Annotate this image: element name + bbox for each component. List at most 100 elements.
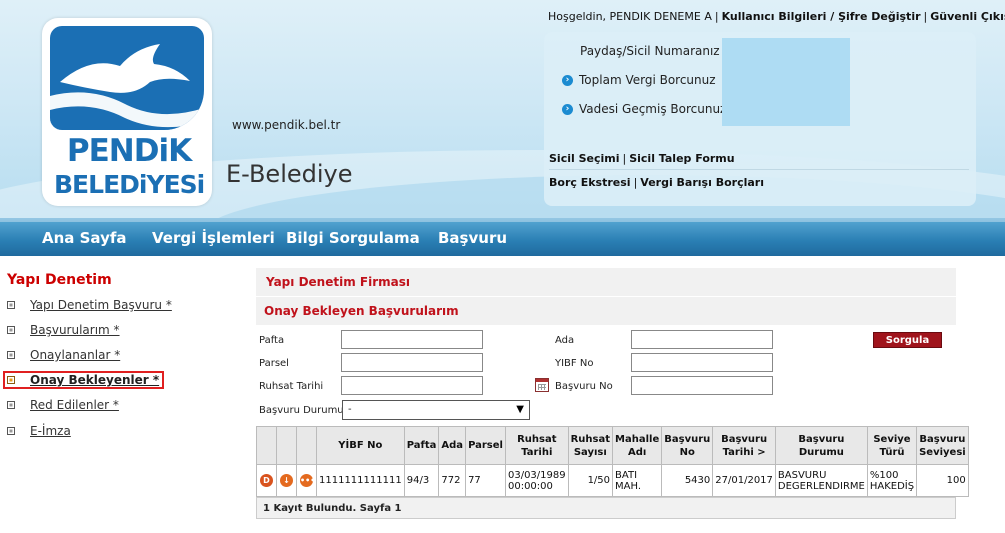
sicil-talep-link[interactable]: Sicil Talep Formu [629, 152, 734, 165]
borc-links: Borç Ekstresi | Vergi Barışı Borçları [549, 176, 764, 189]
masked-values-box [722, 38, 850, 126]
pafta-label: Pafta [259, 335, 285, 346]
toplam-row: › Toplam Vergi Borcunuz [562, 73, 716, 87]
basvuru-no-label: Başvuru No [555, 381, 613, 392]
user-info-link[interactable]: Kullanıcı Bilgileri / Şifre Değiştir [722, 10, 921, 23]
account-info-panel: Paydaş/Sicil Numaranız › Toplam Vergi Bo… [544, 32, 976, 206]
cell-basvuru-durumu: BASVURU DEGERLENDIRME [774, 464, 868, 497]
bullet-icon [7, 351, 15, 359]
col-action-1 [256, 426, 277, 465]
cell-action: ↓ [276, 464, 297, 497]
col-parsel[interactable]: Parsel [465, 426, 506, 465]
table-row: D ↓ ••• 1111111111111 94/3 772 77 03/03/… [256, 464, 969, 497]
sidebar-item-e-imza[interactable]: E-İmza [7, 424, 71, 438]
paydas-row: Paydaş/Sicil Numaranız [580, 44, 720, 58]
col-yibf-no[interactable]: YİBF No [316, 426, 405, 465]
basvuru-no-input[interactable] [631, 376, 773, 395]
ada-input[interactable] [631, 330, 773, 349]
section-title: Yapı Denetim Firması [266, 275, 410, 289]
col-mahalle[interactable]: Mahalle Adı [612, 426, 663, 465]
subsection-header: Onay Bekleyen Başvurularım [256, 297, 956, 325]
download-icon[interactable]: ↓ [280, 474, 293, 487]
cell-parsel: 77 [465, 464, 506, 497]
cell-ruhsat-sayisi: 1/50 [567, 464, 614, 497]
col-seviye-turu[interactable]: Seviye Türü [866, 426, 918, 465]
vadesi-label: Vadesi Geçmiş Borcunuz [579, 102, 727, 116]
sidebar-item-label: E-İmza [30, 424, 71, 438]
col-basvuru-seviyesi[interactable]: Başvuru Seviyesi [916, 426, 969, 465]
table-header-row: YİBF No Pafta Ada Parsel Ruhsat Tarihi R… [256, 426, 969, 465]
sidebar-item-label: Red Edilenler * [30, 398, 119, 412]
nav-vergi-islemleri[interactable]: Vergi İşlemleri [152, 229, 275, 247]
cell-yibf-no: 1111111111111 [316, 464, 405, 497]
ruhsat-tarihi-input[interactable] [341, 376, 483, 395]
sicil-secimi-link[interactable]: Sicil Seçimi [549, 152, 620, 165]
nav-ana-sayfa[interactable]: Ana Sayfa [42, 229, 127, 247]
vadesi-row: › Vadesi Geçmiş Borcunuz [562, 102, 726, 116]
col-ruhsat-sayisi[interactable]: Ruhsat Sayısı [567, 426, 614, 465]
bullet-icon [7, 326, 15, 334]
basvuru-durumu-select[interactable]: - ▼ [342, 400, 530, 420]
sidebar-item-onaylananlar[interactable]: Onaylananlar * [7, 348, 120, 362]
sidebar-item-red-edilenler[interactable]: Red Edilenler * [7, 398, 119, 412]
cell-seviye-turu: %100 HAKEDİŞ [866, 464, 918, 497]
bullet-icon [7, 376, 15, 384]
pafta-input[interactable] [341, 330, 483, 349]
site-url[interactable]: www.pendik.bel.tr [232, 118, 340, 132]
pendik-logo[interactable]: PENDiK BELEDiYESi [42, 18, 212, 206]
detail-icon[interactable]: D [260, 474, 273, 487]
cell-ruhsat-tarihi: 03/03/1989 00:00:00 [504, 464, 569, 497]
ruhsat-tarihi-label: Ruhsat Tarihi [259, 381, 324, 392]
toplam-label: Toplam Vergi Borcunuz [579, 73, 716, 87]
ada-label: Ada [555, 335, 575, 346]
sidebar-item-basvurularim[interactable]: Başvurularım * [7, 323, 120, 337]
parsel-label: Parsel [259, 358, 289, 369]
nav-basvuru[interactable]: Başvuru [438, 229, 507, 247]
logout-link[interactable]: Güvenli Çıkış [930, 10, 1005, 23]
more-icon[interactable]: ••• [300, 474, 315, 487]
nav-bilgi-sorgulama[interactable]: Bilgi Sorgulama [286, 229, 420, 247]
welcome-text: Hoşgeldin, PENDIK DENEME A [548, 10, 712, 23]
select-value: - [348, 404, 352, 415]
sidebar-item-label: Yapı Denetim Başvuru * [30, 298, 172, 312]
seagull-logo-icon [50, 26, 204, 130]
bullet-icon [7, 427, 15, 435]
cell-basvuru-seviyesi: 100 [916, 464, 969, 497]
nav-shine [0, 218, 1005, 222]
subsection-title: Onay Bekleyen Başvurularım [264, 304, 459, 318]
logo-text-pendik: PENDiK [66, 133, 192, 169]
calendar-icon[interactable] [535, 378, 549, 392]
results-footer: 1 Kayıt Bulundu. Sayfa 1 [256, 497, 956, 519]
main-nav: Ana Sayfa Vergi İşlemleri Bilgi Sorgulam… [0, 218, 1005, 256]
col-action-3 [296, 426, 317, 465]
sidebar-item-onay-bekleyenler[interactable]: Onay Bekleyenler * [3, 371, 165, 389]
yibf-input[interactable] [631, 353, 773, 372]
col-basvuru-durumu[interactable]: Başvuru Durumu [774, 426, 868, 465]
results-count: 1 Kayıt Bulundu. Sayfa 1 [263, 503, 402, 514]
sorgula-button[interactable]: Sorgula [873, 332, 942, 348]
borc-ekstresi-link[interactable]: Borç Ekstresi [549, 176, 631, 189]
bullet-icon [7, 301, 15, 309]
site-title: E-Belediye [226, 160, 353, 188]
vergi-barisi-link[interactable]: Vergi Barışı Borçları [640, 176, 764, 189]
col-ruhsat-tarihi[interactable]: Ruhsat Tarihi [504, 426, 569, 465]
parsel-input[interactable] [341, 353, 483, 372]
sidebar-item-yapi-denetim-basvuru[interactable]: Yapı Denetim Başvuru * [7, 298, 172, 312]
basvuru-durumu-label: Başvuru Durumu [259, 405, 344, 416]
cell-ada: 772 [438, 464, 467, 497]
sidebar-item-label: Onaylananlar * [30, 348, 121, 362]
col-basvuru-no[interactable]: Başvuru No [661, 426, 714, 465]
sicil-links: Sicil Seçimi | Sicil Talep Formu [549, 152, 735, 165]
col-ada[interactable]: Ada [438, 426, 467, 465]
cell-action: D [256, 464, 277, 497]
cell-mahalle: BATI MAH. [612, 464, 663, 497]
yibf-label: YIBF No [555, 358, 594, 369]
col-pafta[interactable]: Pafta [403, 426, 440, 465]
cell-action: ••• [296, 464, 317, 497]
sidebar-title: Yapı Denetim [7, 272, 112, 288]
col-basvuru-tarihi[interactable]: Başvuru Tarihi > [712, 426, 776, 465]
sidebar-item-label: Onay Bekleyenler * [30, 373, 160, 387]
cell-basvuru-no: 5430 [661, 464, 714, 497]
col-action-2 [276, 426, 297, 465]
arrow-right-icon: › [562, 103, 573, 115]
